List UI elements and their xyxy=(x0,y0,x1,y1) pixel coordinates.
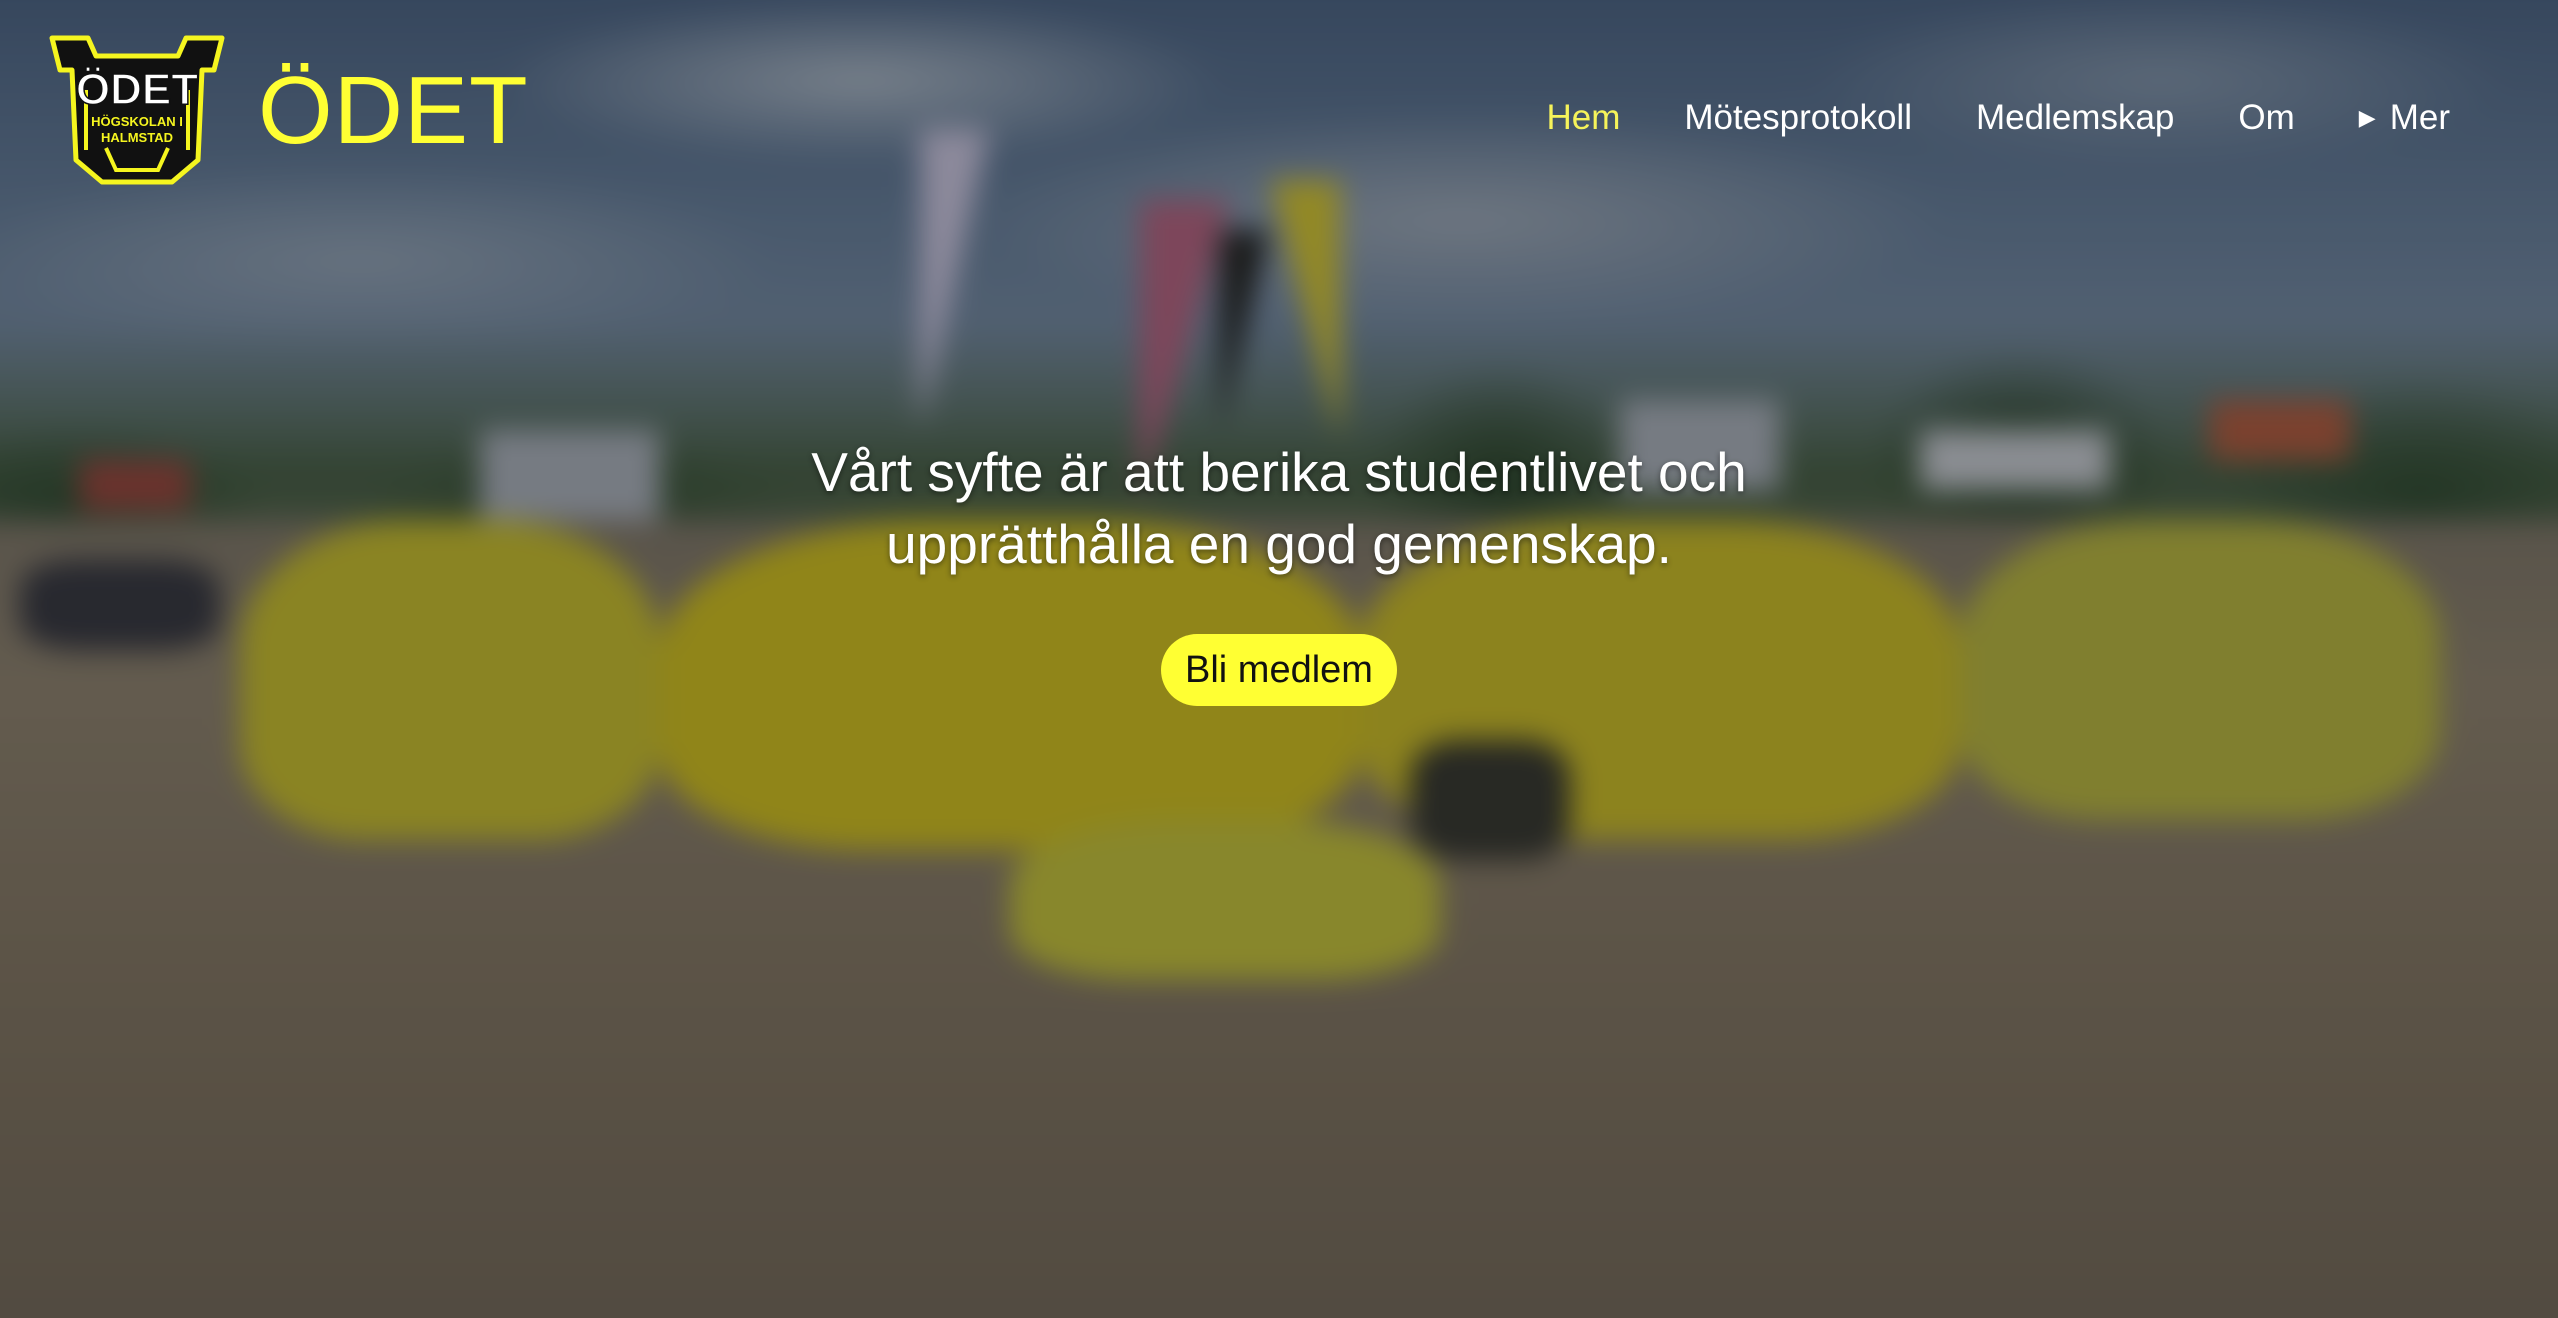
logo-subtext-2: HALMSTAD xyxy=(101,130,173,145)
site-logo[interactable]: ÖDET HÖGSKOLAN I HALMSTAD xyxy=(46,30,228,190)
nav-item-mer[interactable]: ▶ Mer xyxy=(2359,96,2450,140)
join-button[interactable]: Bli medlem xyxy=(1161,634,1397,706)
nav-item-medlemskap[interactable]: Medlemskap xyxy=(1976,96,2174,140)
nav-item-hem[interactable]: Hem xyxy=(1546,96,1620,140)
hero-tagline: Vårt syfte är att berika studentlivet oc… xyxy=(769,436,1789,580)
site-header: ÖDET HÖGSKOLAN I HALMSTAD ÖDET Hem Mötes… xyxy=(0,0,2558,190)
nav-item-motesprotokoll[interactable]: Mötesprotokoll xyxy=(1684,96,1912,140)
logo-text: ÖDET xyxy=(76,65,198,114)
page: ÖDET HÖGSKOLAN I HALMSTAD ÖDET Hem Mötes… xyxy=(0,0,2558,1318)
nav-item-mer-label: Mer xyxy=(2389,98,2450,137)
hero-tagline-line1: Vårt syfte är att berika studentlivet oc… xyxy=(811,441,1747,503)
site-title[interactable]: ÖDET xyxy=(258,56,529,166)
main-nav: Hem Mötesprotokoll Medlemskap Om ▶ Mer xyxy=(1546,96,2450,140)
nav-item-om[interactable]: Om xyxy=(2238,96,2294,140)
triangle-right-icon: ▶ xyxy=(2358,105,2376,130)
hero-tagline-line2: upprätthålla en god gemenskap. xyxy=(886,513,1672,575)
logo-badge-icon: ÖDET HÖGSKOLAN I HALMSTAD xyxy=(49,35,225,185)
logo-subtext-1: HÖGSKOLAN I xyxy=(91,114,183,129)
hero-section: Vårt syfte är att berika studentlivet oc… xyxy=(0,436,2558,706)
